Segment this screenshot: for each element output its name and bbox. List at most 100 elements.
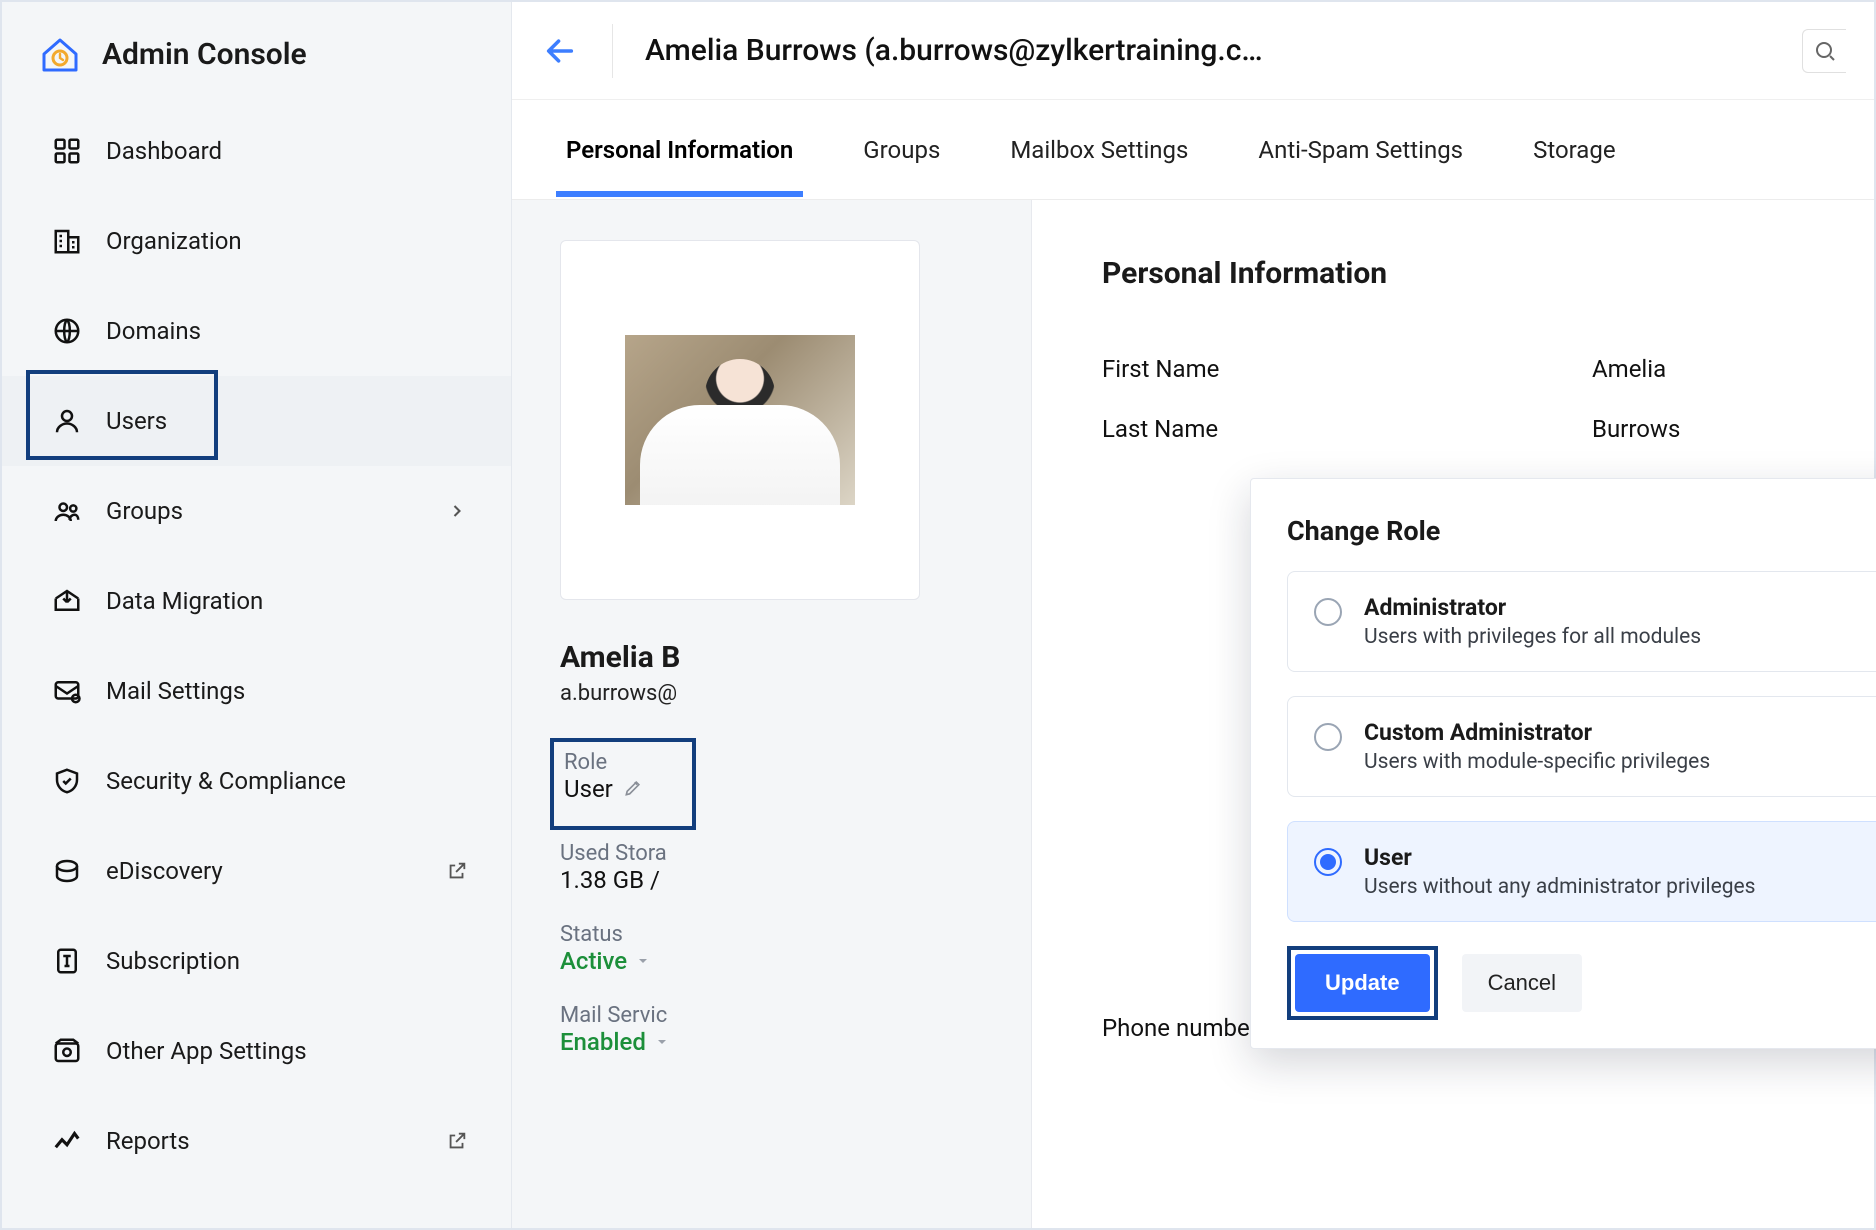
- tab-label: Storage: [1533, 136, 1615, 164]
- sidebar: Admin Console Dashboard Organization Dom…: [2, 2, 512, 1228]
- info-label: Last Name: [1102, 415, 1532, 443]
- status-value-row[interactable]: Active: [560, 947, 983, 975]
- used-storage-value: 1.38 GB /: [560, 866, 983, 894]
- sidebar-item-users[interactable]: Users: [2, 376, 511, 466]
- option-desc: Users with module-specific privileges: [1364, 750, 1710, 774]
- modal-header: Change Role: [1287, 515, 1876, 547]
- mail-service-block: Mail Servic Enabled: [560, 1003, 983, 1056]
- profile-email: a.burrows@: [560, 681, 983, 706]
- sidebar-item-label: Users: [106, 407, 167, 435]
- tab-label: Personal Information: [566, 136, 793, 164]
- option-title: Custom Administrator: [1364, 719, 1710, 746]
- sidebar-item-data-migration[interactable]: Data Migration: [2, 556, 511, 646]
- tab-storage[interactable]: Storage: [1529, 104, 1619, 196]
- external-link-icon: [445, 859, 469, 883]
- sidebar-item-domains[interactable]: Domains: [2, 286, 511, 376]
- tab-label: Anti-Spam Settings: [1258, 136, 1463, 164]
- info-value: Amelia: [1592, 355, 1666, 383]
- modal-title: Change Role: [1287, 515, 1440, 547]
- tab-label: Mailbox Settings: [1010, 136, 1188, 164]
- info-label: First Name: [1102, 355, 1532, 383]
- role-label: Role: [564, 750, 690, 775]
- sidebar-item-reports[interactable]: Reports: [2, 1096, 511, 1186]
- sidebar-item-other-apps[interactable]: Other App Settings: [2, 1006, 511, 1096]
- ediscovery-icon: [50, 854, 84, 888]
- info-value: Burrows: [1592, 415, 1680, 443]
- tab-antispam[interactable]: Anti-Spam Settings: [1254, 104, 1467, 196]
- avatar-card: [560, 240, 920, 600]
- sidebar-item-mail-settings[interactable]: Mail Settings: [2, 646, 511, 736]
- search-button[interactable]: [1802, 29, 1846, 73]
- radio-icon: [1314, 598, 1342, 626]
- role-option-administrator[interactable]: Administrator Users with privileges for …: [1287, 571, 1876, 672]
- divider: [612, 24, 613, 78]
- migration-icon: [50, 584, 84, 618]
- sidebar-item-label: Organization: [106, 227, 242, 255]
- option-title: Administrator: [1364, 594, 1701, 621]
- sidebar-item-label: Data Migration: [106, 587, 263, 615]
- tab-personal[interactable]: Personal Information: [562, 104, 797, 196]
- change-role-modal: Change Role Administrator Users with pri…: [1250, 478, 1876, 1049]
- sidebar-item-label: Subscription: [106, 947, 240, 975]
- subscription-icon: [50, 944, 84, 978]
- chevron-right-icon: [445, 499, 469, 523]
- edit-role-icon[interactable]: [623, 778, 645, 800]
- page-title: Amelia Burrows (a.burrows@zylkertraining…: [645, 33, 1263, 68]
- modal-actions: Update Cancel: [1287, 946, 1876, 1020]
- user-icon: [50, 404, 84, 438]
- external-link-icon: [445, 1129, 469, 1153]
- mail-service-value-row[interactable]: Enabled: [560, 1028, 983, 1056]
- sidebar-header: Admin Console: [2, 10, 511, 102]
- profile-display-name: Amelia B: [560, 640, 983, 675]
- caret-down-icon: [654, 1034, 670, 1050]
- shield-icon: [50, 764, 84, 798]
- app-root: Admin Console Dashboard Organization Dom…: [0, 0, 1876, 1230]
- cancel-button[interactable]: Cancel: [1462, 954, 1582, 1012]
- option-title: User: [1364, 844, 1755, 871]
- main: Amelia Burrows (a.burrows@zylkertraining…: [512, 2, 1874, 1228]
- role-option-user[interactable]: User Users without any administrator pri…: [1287, 821, 1876, 922]
- profile-sidebar: Amelia B a.burrows@ Role User Used Stora…: [512, 200, 1032, 1228]
- app-logo-icon: [40, 34, 80, 74]
- update-button[interactable]: Update: [1295, 954, 1430, 1012]
- tab-groups[interactable]: Groups: [859, 104, 944, 196]
- sidebar-item-ediscovery[interactable]: eDiscovery: [2, 826, 511, 916]
- mail-service-value: Enabled: [560, 1028, 646, 1056]
- sidebar-item-organization[interactable]: Organization: [2, 196, 511, 286]
- dashboard-icon: [50, 134, 84, 168]
- sidebar-item-label: Dashboard: [106, 137, 222, 165]
- highlight-box-update: Update: [1287, 946, 1438, 1020]
- sidebar-item-label: Mail Settings: [106, 677, 245, 705]
- status-label: Status: [560, 922, 983, 947]
- tab-label: Groups: [863, 136, 940, 164]
- tabs: Personal Information Groups Mailbox Sett…: [512, 100, 1874, 200]
- section-title: Personal Information: [1102, 256, 1804, 291]
- app-title: Admin Console: [102, 37, 307, 72]
- apps-settings-icon: [50, 1034, 84, 1068]
- role-value-row: User: [564, 775, 690, 803]
- sidebar-item-label: Other App Settings: [106, 1037, 307, 1065]
- role-option-custom-administrator[interactable]: Custom Administrator Users with module-s…: [1287, 696, 1876, 797]
- caret-down-icon: [635, 953, 651, 969]
- sidebar-item-groups[interactable]: Groups: [2, 466, 511, 556]
- groups-icon: [50, 494, 84, 528]
- status-block: Status Active: [560, 922, 983, 975]
- organization-icon: [50, 224, 84, 258]
- topbar: Amelia Burrows (a.burrows@zylkertraining…: [512, 2, 1874, 100]
- back-button[interactable]: [540, 31, 580, 71]
- sidebar-item-label: eDiscovery: [106, 857, 223, 885]
- sidebar-item-label: Groups: [106, 497, 183, 525]
- mail-service-label: Mail Servic: [560, 1003, 983, 1028]
- used-storage-label: Used Stora: [560, 841, 983, 866]
- reports-icon: [50, 1124, 84, 1158]
- sidebar-item-label: Domains: [106, 317, 201, 345]
- option-desc: Users without any administrator privileg…: [1364, 875, 1755, 899]
- sidebar-item-subscription[interactable]: Subscription: [2, 916, 511, 1006]
- tab-mailbox[interactable]: Mailbox Settings: [1006, 104, 1192, 196]
- globe-icon: [50, 314, 84, 348]
- sidebar-item-security[interactable]: Security & Compliance: [2, 736, 511, 826]
- radio-icon: [1314, 723, 1342, 751]
- info-row: Last Name Burrows: [1102, 399, 1804, 459]
- avatar: [625, 335, 855, 505]
- sidebar-item-dashboard[interactable]: Dashboard: [2, 106, 511, 196]
